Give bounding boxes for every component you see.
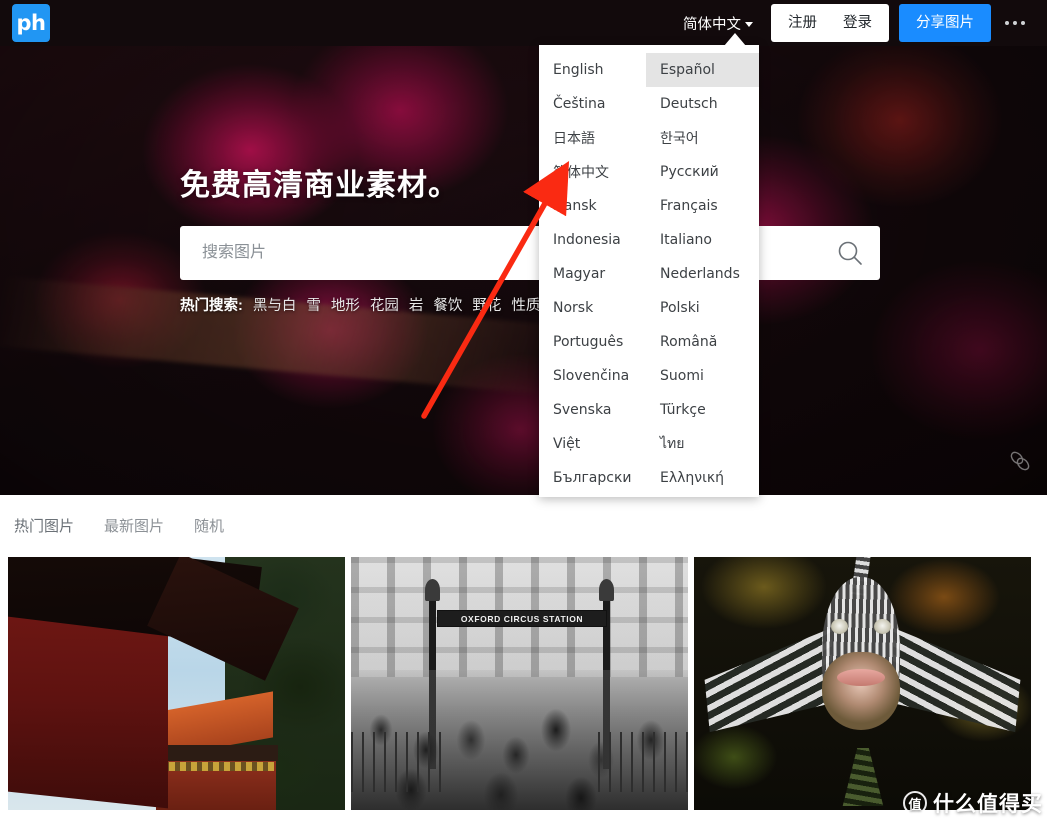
- search-icon: [838, 241, 862, 265]
- fish-lip-detail: [837, 669, 885, 686]
- language-option-magyar[interactable]: Magyar: [539, 257, 646, 291]
- lamp-left: [425, 579, 440, 601]
- top-navigation-bar: ph 简体中文 注册 登录 分享图片: [0, 0, 1047, 46]
- search-bar[interactable]: [180, 226, 880, 280]
- language-option-japanese[interactable]: 日本語: [539, 121, 646, 155]
- language-dropdown-menu: English Español Čeština Deutsch 日本語 한국어 …: [539, 45, 759, 497]
- language-option-cestina[interactable]: Čeština: [539, 87, 646, 121]
- language-option-italiano[interactable]: Italiano: [646, 223, 759, 257]
- station-sign: OXFORD CIRCUS STATION: [437, 610, 607, 627]
- fish-eye-left: [831, 619, 848, 634]
- login-button[interactable]: 登录: [830, 4, 885, 42]
- language-option-norsk[interactable]: Norsk: [539, 291, 646, 325]
- page-title: 免费高清商业素材。: [180, 169, 459, 202]
- gallery-tabs: 热门图片 最新图片 随机: [0, 495, 1047, 555]
- popular-tag[interactable]: 餐饮: [433, 294, 462, 315]
- gallery-thumbnail[interactable]: [694, 557, 1031, 810]
- language-option-nederlands[interactable]: Nederlands: [646, 257, 759, 291]
- language-option-turkce[interactable]: Türkçe: [646, 393, 759, 427]
- hero-content: 免费高清商业素材。 热门搜索: 黑与白 雪 地形 花园 岩 餐饮 野花: [180, 160, 880, 315]
- station-sign-text: OXFORD CIRCUS STATION: [460, 613, 584, 624]
- site-logo[interactable]: ph: [12, 4, 50, 42]
- language-selector-button[interactable]: 简体中文: [673, 7, 763, 40]
- language-option-suomi[interactable]: Suomi: [646, 359, 759, 393]
- language-option-russian[interactable]: Русский: [646, 155, 759, 189]
- tab-latest-images[interactable]: 最新图片: [102, 509, 166, 542]
- language-option-francais[interactable]: Français: [646, 189, 759, 223]
- share-image-button[interactable]: 分享图片: [899, 4, 991, 42]
- language-grid: English Español Čeština Deutsch 日本語 한국어 …: [539, 53, 759, 495]
- language-option-korean[interactable]: 한국어: [646, 121, 759, 155]
- ornament-detail: [158, 762, 274, 771]
- railing-right: [598, 732, 688, 792]
- popular-tag[interactable]: 地形: [331, 294, 360, 315]
- popular-searches: 热门搜索: 黑与白 雪 地形 花园 岩 餐饮 野花 性质: [180, 294, 880, 315]
- more-options-icon[interactable]: [991, 21, 1035, 25]
- lamp-right: [599, 579, 614, 601]
- language-option-svenska[interactable]: Svenska: [539, 393, 646, 427]
- language-option-indonesia[interactable]: Indonesia: [539, 223, 646, 257]
- language-selector-label: 简体中文: [683, 16, 741, 33]
- roof-shadow-detail: [153, 745, 278, 761]
- popular-tag[interactable]: 岩: [409, 294, 424, 315]
- language-option-greek[interactable]: Ελληνική: [646, 461, 759, 495]
- search-submit-button[interactable]: [820, 226, 880, 280]
- language-option-slovencina[interactable]: Slovenčina: [539, 359, 646, 393]
- fish-eye-right: [874, 619, 891, 634]
- register-button[interactable]: 注册: [775, 4, 830, 42]
- tab-popular-images[interactable]: 热门图片: [12, 509, 76, 542]
- language-option-deutsch[interactable]: Deutsch: [646, 87, 759, 121]
- gallery-thumbnail[interactable]: OXFORD CIRCUS STATION: [351, 557, 688, 810]
- language-option-romana[interactable]: Română: [646, 325, 759, 359]
- chevron-down-icon: [745, 21, 753, 27]
- dot: [1005, 21, 1009, 25]
- language-option-polski[interactable]: Polski: [646, 291, 759, 325]
- language-option-simplified-chinese[interactable]: 简体中文: [539, 155, 646, 189]
- language-option-espanol[interactable]: Español: [646, 53, 759, 87]
- railing-left: [351, 732, 441, 792]
- link-icon[interactable]: [1007, 448, 1033, 479]
- language-option-bulgarian[interactable]: Български: [539, 461, 646, 495]
- dot: [1013, 21, 1017, 25]
- fish-head-detail: [822, 652, 900, 730]
- language-option-viet[interactable]: Việt: [539, 427, 646, 461]
- popular-tag[interactable]: 花园: [370, 294, 399, 315]
- language-option-english[interactable]: English: [539, 53, 646, 87]
- image-gallery: OXFORD CIRCUS STATION: [0, 557, 1047, 826]
- hero-section: 免费高清商业素材。 热门搜索: 黑与白 雪 地形 花园 岩 餐饮 野花: [0, 0, 1047, 495]
- dropdown-caret-icon: [724, 33, 746, 46]
- page-root: 免费高清商业素材。 热门搜索: 黑与白 雪 地形 花园 岩 餐饮 野花: [0, 0, 1047, 826]
- language-option-thai[interactable]: ไทย: [646, 427, 759, 461]
- popular-tag[interactable]: 黑与白: [253, 294, 297, 315]
- popular-tag[interactable]: 性质: [511, 294, 540, 315]
- tab-random[interactable]: 随机: [192, 509, 226, 542]
- language-option-dansk[interactable]: Dansk: [539, 189, 646, 223]
- auth-button-group: 注册 登录: [771, 4, 889, 42]
- popular-searches-label: 热门搜索:: [180, 298, 243, 314]
- popular-tag[interactable]: 雪: [306, 294, 321, 315]
- dot: [1021, 21, 1025, 25]
- language-option-portugues[interactable]: Português: [539, 325, 646, 359]
- popular-tag[interactable]: 野花: [472, 294, 501, 315]
- gallery-thumbnail[interactable]: [8, 557, 345, 810]
